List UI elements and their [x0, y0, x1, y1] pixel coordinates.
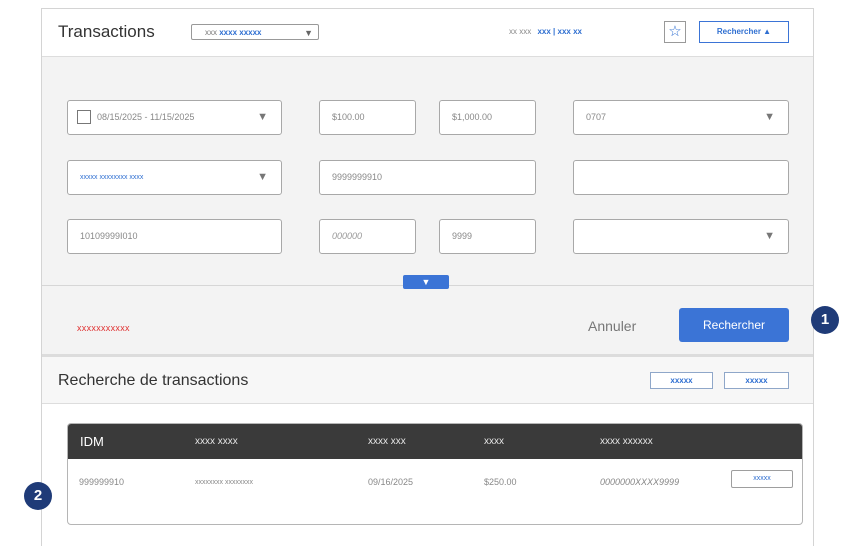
- small-code-field-1[interactable]: 000000: [319, 219, 416, 254]
- search-filters: 08/15/2025 - 11/15/2025 ▼ $100.00 $1,000…: [42, 57, 813, 354]
- account-field[interactable]: 10109999I010: [67, 219, 282, 254]
- error-message: xxxxxxxxxxx: [77, 323, 130, 333]
- cell-name: xxxxxxxx xxxxxxxx: [195, 479, 253, 486]
- chevron-down-icon: ▼: [764, 111, 775, 123]
- account-select[interactable]: xxx xxxx xxxxx ▼: [191, 24, 319, 40]
- panel-header: Transactions xxx xxxx xxxxx ▼ xx xxx xxx…: [42, 9, 813, 57]
- transactions-panel: Transactions xxx xxxx xxxxx ▼ xx xxx xxx…: [41, 8, 814, 546]
- code-select[interactable]: 0707 ▼: [573, 100, 789, 135]
- cell-amount: $250.00: [484, 477, 517, 487]
- account-select-value: xxxx xxxxx: [219, 28, 262, 37]
- column-header-date: xxxx xxx: [368, 436, 406, 447]
- chevron-down-icon: ▼: [257, 111, 268, 123]
- reference-field[interactable]: 9999999910: [319, 160, 536, 195]
- header-meta-link[interactable]: xxx | xxx xx: [537, 27, 582, 36]
- cancel-button[interactable]: Annuler: [588, 318, 636, 334]
- type-select-value: xxxxx xxxxxxxx xxxx: [80, 174, 144, 181]
- column-header-number: xxxx xxxxxx: [600, 436, 653, 447]
- chevron-down-icon: ▼: [764, 230, 775, 242]
- column-header-idm: IDM: [80, 434, 104, 449]
- header-meta-text: xx xxx: [509, 27, 532, 36]
- account-select-prefix: xxx: [205, 28, 217, 37]
- callout-badge-2: 2: [24, 482, 52, 510]
- chevron-down-icon: ▼: [257, 171, 268, 183]
- chevron-down-icon: ▼: [304, 28, 313, 38]
- page-title: Transactions: [58, 22, 155, 41]
- search-button[interactable]: Rechercher: [679, 308, 789, 342]
- row3-right-select[interactable]: ▼: [573, 219, 789, 254]
- chevron-down-icon: ▼: [421, 277, 431, 287]
- cell-date: 09/16/2025: [368, 477, 414, 487]
- code-select-value: 0707: [586, 112, 607, 122]
- amount-max-field[interactable]: $1,000.00: [439, 100, 536, 135]
- star-icon: ☆: [668, 23, 682, 40]
- header-meta: xx xxx xxx | xxx xx: [509, 27, 582, 36]
- expand-filters-button[interactable]: ▼: [403, 275, 449, 289]
- column-header-amount: xxxx: [484, 436, 504, 447]
- date-range-field[interactable]: 08/15/2025 - 11/15/2025 ▼: [67, 100, 282, 135]
- favorite-button[interactable]: ☆: [664, 21, 686, 43]
- type-select[interactable]: xxxxx xxxxxxxx xxxx ▼: [67, 160, 282, 195]
- cell-number: 0000000XXXX9999: [600, 477, 680, 487]
- small-code-field-2[interactable]: 9999: [439, 219, 536, 254]
- results-table: IDM xxxx xxxx xxxx xxx xxxx xxxx xxxxxx …: [67, 423, 803, 525]
- cell-idm: 999999910: [79, 477, 125, 487]
- results-action-button-1[interactable]: xxxxx: [650, 372, 713, 389]
- search-toggle-button[interactable]: Rechercher ▲: [699, 21, 789, 43]
- results-title: Recherche de transactions: [58, 372, 249, 389]
- table-header: IDM xxxx xxxx xxxx xxx xxxx xxxx xxxxxx: [68, 424, 802, 459]
- row-action-button[interactable]: xxxxx: [731, 470, 793, 488]
- column-header-name: xxxx xxxx: [195, 436, 238, 447]
- callout-badge-1: 1: [811, 306, 839, 334]
- date-range-checkbox[interactable]: [77, 109, 91, 124]
- results-action-button-2[interactable]: xxxxx: [724, 372, 789, 389]
- date-range-value: 08/15/2025 - 11/15/2025: [97, 112, 195, 122]
- amount-min-field[interactable]: $100.00: [319, 100, 416, 135]
- results-header: Recherche de transactions xxxxx xxxxx: [42, 354, 813, 404]
- row2-right-field[interactable]: [573, 160, 789, 195]
